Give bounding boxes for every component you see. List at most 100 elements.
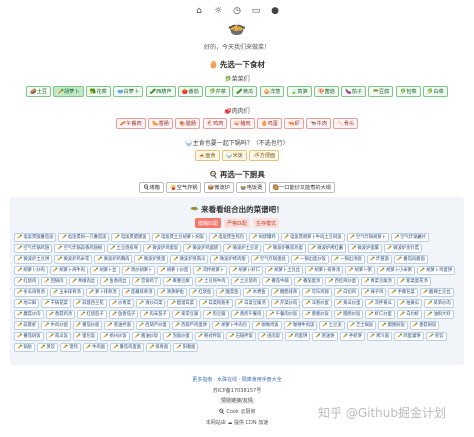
recipe-chip[interactable]: 🥕香菇焖饭 (409, 321, 440, 330)
tool-chip[interactable]: 🍟空气炸锅 (166, 182, 202, 193)
recipe-chip[interactable]: 🥕烤冷面 (366, 332, 393, 341)
match-tab[interactable]: 生存模式 (253, 218, 280, 228)
recipe-chip[interactable]: 🥕冬瓜排骨汤 (14, 288, 48, 297)
veg-chip[interactable]: 🍆茄子 (341, 86, 367, 97)
recipe-chip[interactable]: 🥕胡萝卜炖牛肉 (49, 266, 88, 275)
recipe-chip[interactable]: 🥕麻婆豆腐 (163, 277, 193, 286)
recipe-chip[interactable]: 🥕西红柿炒蛋 (325, 277, 360, 286)
recipe-chip[interactable]: 🥕土豆烧排骨 (107, 244, 142, 253)
veg-chip[interactable]: 🥬芹菜 (205, 86, 230, 97)
recipe-chip[interactable]: 🥕蘑菇炒肉 (14, 310, 44, 319)
recipe-chip[interactable]: 🥕空气炸锅蒜香鸡翅根 (54, 244, 106, 253)
recipe-chip[interactable]: 🥕白切鸡 (333, 288, 360, 297)
recipe-chip[interactable]: 🥕煎饺 (425, 332, 447, 341)
footer-link[interactable]: 隔离食用手册大全 (242, 377, 282, 383)
recipe-chip[interactable]: 🥕青椒肉丝 (68, 277, 99, 286)
staple-chip[interactable]: 🍚米饭 (221, 150, 247, 161)
recipe-chip[interactable]: 🥕韩式拌饭 (194, 332, 225, 341)
recipe-chip[interactable]: 🥕电饭煲土豆胡萝卜焖饭 (151, 233, 207, 242)
recipe-chip[interactable]: 🥕空气炸锅鸡翅 (14, 244, 53, 253)
recipe-chip[interactable]: 🥕青菜豆腐汤 (361, 277, 395, 286)
recipe-chip[interactable]: 🥕鸡蛋饼 (285, 332, 311, 341)
veg-chip[interactable]: 🥗豆腐 (368, 86, 394, 97)
veg-chip[interactable]: 🍅番茄 (177, 86, 203, 97)
recipe-chip[interactable]: 🥕家常豆腐 (171, 310, 202, 319)
recipe-chip[interactable]: 🥕微波炉蛋羹 (348, 244, 382, 253)
recipe-chip[interactable]: 🥕南瓜饭 (45, 332, 71, 341)
recipe-chip[interactable]: 🥕电饭煲胡萝卜牛肉土豆焖饭 (280, 233, 345, 242)
recipe-chip[interactable]: 🥕石锅拌饭 (226, 332, 256, 341)
recipe-chip[interactable]: 🥕芝士焗饭 (346, 321, 377, 330)
veg-chip[interactable]: 🥬白菜 (422, 86, 448, 97)
recipe-chip[interactable]: 🥕油焖大虾 (424, 310, 454, 319)
recipe-chip[interactable]: 🥕红烧茄子 (77, 310, 107, 319)
recipe-chip[interactable]: 🥕土豆泥 (319, 321, 345, 330)
match-tab[interactable]: 严格匹配 (223, 218, 250, 228)
home-icon[interactable]: ⌂ (194, 6, 204, 16)
recipe-chip[interactable]: 🥕馄饨 (59, 343, 81, 352)
veg-chip[interactable]: 🥔土豆 (26, 86, 52, 97)
recipe-chip[interactable]: 🥕锅贴 (14, 343, 35, 352)
recipe-chip[interactable]: 🥕醋溜白菜 (167, 299, 197, 308)
recipe-chip[interactable]: 🥕回锅肉 (41, 277, 67, 286)
recipe-chip[interactable]: 🥕微波炉烤红薯 (307, 244, 347, 253)
recipe-chip[interactable]: 🥕胡萝卜排骨汤 (305, 266, 344, 275)
recipe-chip[interactable]: 🥕香菇鸡汤 (45, 310, 76, 319)
recipe-chip[interactable]: 🥕香肠炒饭 (302, 310, 332, 319)
recipe-chip[interactable]: 🥕酱油炒饭 (131, 332, 162, 341)
recipe-chip[interactable]: 🥕宫保鸡丁 (131, 277, 162, 286)
recipe-chip[interactable]: 🥕胡萝卜丝 (89, 266, 120, 275)
recipe-chip[interactable]: 🥕酸菜鱼 (216, 288, 242, 297)
recipe-chip[interactable]: 🥕芹菜炒肉 (270, 299, 301, 308)
recipe-chip[interactable]: 🥕黄瓜炒蛋 (333, 299, 364, 308)
recipe-chip[interactable]: 🥕白菜豆腐汤 (234, 299, 269, 308)
recipe-chip[interactable]: 🥕蒜蓉西兰花 (72, 299, 107, 308)
recipe-chip[interactable]: 🥕葱油拌面 (104, 321, 134, 330)
recipe-chip[interactable]: 🥕清蒸鲈鱼 (157, 288, 187, 297)
recipe-chip[interactable]: 🥕番茄蛋汤 (293, 277, 324, 286)
recipe-chip[interactable]: 🥕白灼虾 (396, 310, 423, 319)
recipe-chip[interactable]: 🥕腊肠炒饭 (333, 310, 364, 319)
recipe-chip[interactable]: 🥕清炒胡萝卜 (121, 266, 156, 275)
recipe-chip[interactable]: 🥕胡萝卜虾仁 (229, 266, 263, 275)
recipe-chip[interactable]: 🥕番茄牛腩 (262, 277, 292, 286)
staple-chip[interactable]: 🍜方便面 (249, 150, 280, 161)
tool-chip[interactable]: 🍲电饭煲 (236, 182, 267, 193)
recipe-chip[interactable]: 🥕咖喱鸡饭 (252, 321, 282, 330)
veg-chip[interactable]: 🥣白萝卜 (113, 86, 144, 97)
recipe-chip[interactable]: 🥕微波炉鸡蛋饭 (143, 244, 182, 253)
recipe-chip[interactable]: 🥕微波炉鸡米花 (54, 255, 93, 264)
footer-link[interactable]: 水珠在线 (217, 377, 237, 383)
recipe-chip[interactable]: 🥕微波炉烤鸡翅 (210, 255, 249, 264)
tool-chip[interactable]: 📦微波炉 (203, 182, 234, 193)
recipe-chip[interactable]: 🥕蛋包饭 (72, 332, 99, 341)
recipe-chip[interactable]: 🥕牛肉面 (82, 343, 109, 352)
recipe-chip[interactable]: 🥕凉拌胡萝卜 (193, 266, 228, 275)
recipe-chip[interactable]: 🥕炸酱面 (366, 255, 392, 264)
recipe-chip[interactable]: 🥕微波炉土豆饼 (14, 255, 53, 264)
tool-chip[interactable]: 🥘一口能炒又能煮的大锅 (268, 182, 335, 193)
recipe-chip[interactable]: 🥕微波炉番茄鸡蛋 (263, 244, 306, 253)
recipe-chip[interactable]: 🥕煎豆腐 (203, 310, 229, 319)
recipe-chip[interactable]: 🥕空气炸锅胡萝卜 (346, 233, 389, 242)
meat-chip[interactable]: 🥓午餐肉 (115, 118, 146, 129)
veg-chip[interactable]: 🍄菌菇 (314, 86, 339, 97)
veg-chip[interactable]: 🥦花菜 (85, 86, 111, 97)
recipe-chip[interactable]: 🥕莲藕排骨汤 (121, 288, 156, 297)
recipe-chip[interactable]: 🥕玉米排骨汤 (49, 288, 84, 297)
recipe-chip[interactable]: 🥕番茄鸡蛋面 (110, 343, 144, 352)
recipe-chip[interactable]: 🥕空气炸锅蛋挞 (250, 255, 289, 264)
tool-chip[interactable]: 🍳烤箱 (139, 182, 164, 193)
recipe-chip[interactable]: 🥕咖喱牛肉饭 (283, 321, 318, 330)
recipe-chip[interactable]: 🥕电饭煲版番茄饭 (14, 233, 57, 242)
recipe-chip[interactable]: 🥕鱼香茄子 (108, 310, 139, 319)
recipe-chip[interactable]: 🥕蒸饺 (36, 343, 58, 352)
github-icon[interactable]: ● (270, 6, 280, 16)
recipe-chip[interactable]: 🥕清炒白菜 (135, 299, 166, 308)
recipe-chip[interactable]: 🥕可乐鸡翅 (302, 288, 332, 297)
recipe-chip[interactable]: 🥕鱼香肉丝 (100, 277, 130, 286)
recipe-chip[interactable]: 🥕微波炉蒸蛋 (134, 255, 169, 264)
bookmark-icon[interactable]: ▭ (251, 6, 261, 16)
staple-chip[interactable]: 🍝面食 (194, 150, 220, 161)
meat-chip[interactable]: 🦐虾 (284, 118, 304, 129)
